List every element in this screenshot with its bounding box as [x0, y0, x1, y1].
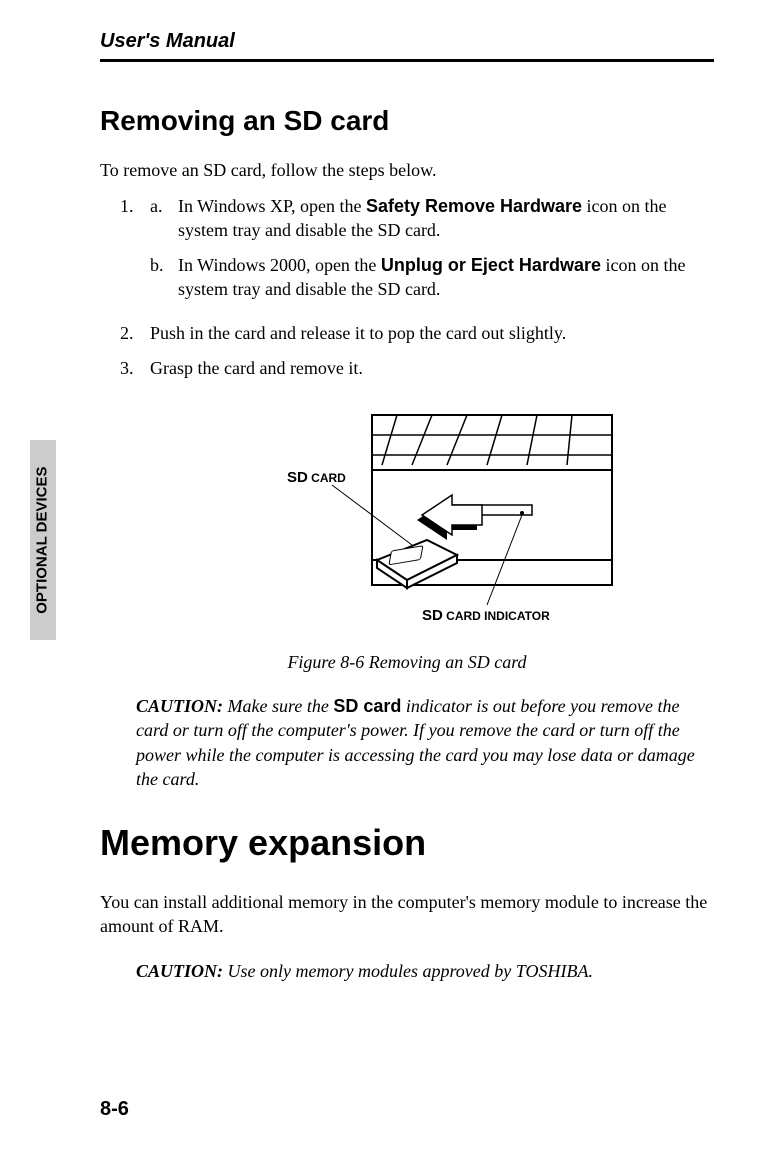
list-body: Grasp the card and remove it. [150, 356, 714, 380]
sub-letter: b. [150, 253, 178, 302]
list-number: 1. [120, 194, 150, 311]
caution-label: CAUTION: [136, 961, 223, 981]
caution-paragraph: CAUTION: Use only memory modules approve… [136, 959, 714, 983]
sub-body: In Windows 2000, open the Unplug or Ejec… [178, 253, 714, 302]
page-content: User's Manual Removing an SD card To rem… [0, 0, 774, 983]
text-run: In Windows XP, open the [178, 196, 366, 216]
list-item: 2. Push in the card and release it to po… [120, 321, 714, 345]
list-item: 1. a. In Windows XP, open the Safety Rem… [120, 194, 714, 311]
sub-body: In Windows XP, open the Safety Remove Ha… [178, 194, 714, 243]
list-item: 3. Grasp the card and remove it. [120, 356, 714, 380]
sub-letter: a. [150, 194, 178, 243]
sub-list-item: a. In Windows XP, open the Safety Remove… [150, 194, 714, 243]
page-number: 8-6 [100, 1096, 129, 1123]
svg-text:SD CARD INDICATOR: SD CARD INDICATOR [422, 607, 550, 624]
section-heading-removing: Removing an SD card [100, 102, 714, 140]
body-paragraph: You can install additional memory in the… [100, 890, 714, 939]
bold-term: SD card [333, 696, 401, 716]
bold-term: Unplug or Eject Hardware [381, 255, 601, 275]
svg-text:SD CARD: SD CARD [287, 469, 346, 486]
figure-caption: Figure 8-6 Removing an SD card [100, 650, 714, 674]
caution-label: CAUTION: [136, 696, 223, 716]
list-number: 3. [120, 356, 150, 380]
text-run: Make sure the [223, 696, 333, 716]
text-run: Use only memory modules approved by TOSH… [223, 961, 593, 981]
running-header: User's Manual [100, 28, 714, 62]
list-body: Push in the card and release it to pop t… [150, 321, 714, 345]
bold-term: Safety Remove Hardware [366, 196, 582, 216]
sub-list-item: b. In Windows 2000, open the Unplug or E… [150, 253, 714, 302]
ordered-list: 1. a. In Windows XP, open the Safety Rem… [120, 194, 714, 380]
list-number: 2. [120, 321, 150, 345]
text-run: In Windows 2000, open the [178, 255, 381, 275]
section-heading-memory: Memory expansion [100, 819, 714, 868]
figure-block: SD CARD SD CARD INDICATOR Figure 8-6 Rem… [100, 410, 714, 674]
caution-paragraph: CAUTION: Make sure the SD card indicator… [136, 694, 714, 791]
intro-paragraph: To remove an SD card, follow the steps b… [100, 158, 714, 182]
sd-card-diagram-icon: SD CARD SD CARD INDICATOR [197, 410, 617, 630]
